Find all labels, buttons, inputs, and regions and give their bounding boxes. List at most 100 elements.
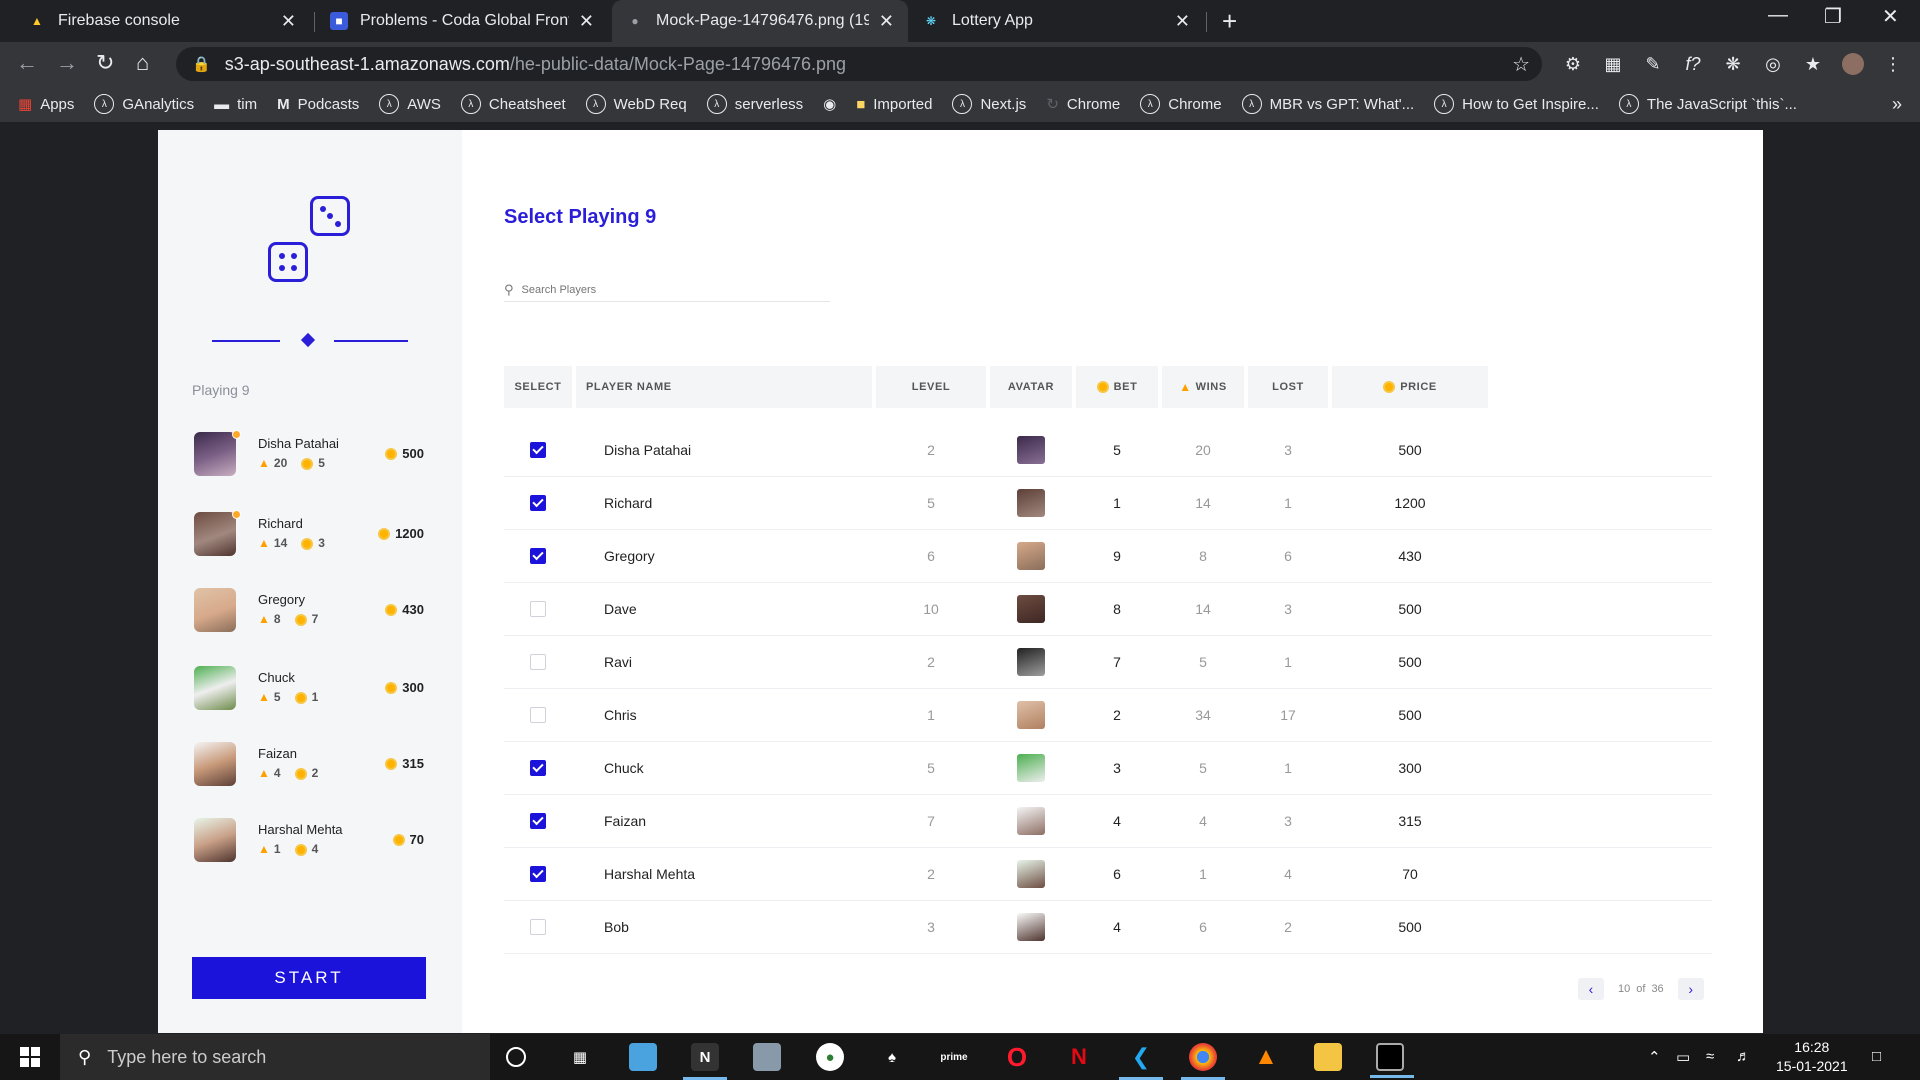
cortana-icon[interactable]: [506, 1047, 526, 1067]
reload-icon[interactable]: ↻: [96, 50, 114, 76]
search-field[interactable]: ⚲: [504, 278, 830, 302]
extension-gear-icon[interactable]: ⚙: [1562, 53, 1584, 75]
bookmark-item[interactable]: λ WebD Req: [585, 94, 687, 114]
wifi-icon[interactable]: ≈: [1706, 1048, 1714, 1065]
bookmarks-overflow-icon[interactable]: »: [1892, 94, 1902, 115]
bookmark-item[interactable]: λ Next.js: [952, 94, 1026, 114]
close-window-icon[interactable]: ✕: [1882, 4, 1899, 29]
table-row[interactable]: Faizan 7 4 4 3 315: [504, 795, 1712, 848]
bookmark-item[interactable]: λ Cheatsheet: [460, 94, 566, 114]
table-row[interactable]: Gregory 6 9 8 6 430: [504, 530, 1712, 583]
select-checkbox[interactable]: [530, 654, 546, 670]
bookmark-item[interactable]: ↻ Chrome: [1046, 95, 1120, 114]
column-header-price[interactable]: PRICE: [1332, 366, 1488, 408]
extension-pen-icon[interactable]: ✎: [1642, 53, 1664, 75]
profile-avatar[interactable]: [1842, 53, 1864, 75]
start-button[interactable]: START: [192, 957, 426, 999]
menu-kebab-icon[interactable]: ⋮: [1882, 53, 1904, 75]
terminal-icon[interactable]: [1370, 1043, 1414, 1078]
volume-icon[interactable]: ♬: [1736, 1048, 1751, 1065]
select-checkbox[interactable]: [530, 813, 546, 829]
bookmark-item[interactable]: λ GAnalytics: [94, 94, 194, 114]
task-view-icon[interactable]: ▦: [566, 1043, 594, 1071]
control-panel-icon[interactable]: [629, 1043, 657, 1071]
notion-icon[interactable]: N: [683, 1043, 727, 1080]
column-header-name[interactable]: PLAYER NAME: [576, 366, 872, 408]
bookmark-item[interactable]: λ AWS: [379, 94, 441, 114]
select-checkbox[interactable]: [530, 866, 546, 882]
netflix-icon[interactable]: N: [1065, 1043, 1093, 1071]
prime-video-icon[interactable]: prime: [940, 1043, 968, 1071]
opera-icon[interactable]: O: [1003, 1042, 1031, 1072]
column-header-wins[interactable]: ▲ WINS: [1162, 366, 1244, 408]
home-icon[interactable]: ⌂: [136, 50, 149, 76]
extensions-puzzle-icon[interactable]: ★: [1802, 53, 1824, 75]
browser-tab-active[interactable]: ● Mock-Page-14796476.png (1920 ✕: [612, 0, 908, 42]
extension-calendar-icon[interactable]: ▦: [1602, 53, 1624, 75]
new-tab-icon[interactable]: +: [1222, 6, 1237, 37]
vlc-icon[interactable]: ▲: [1252, 1043, 1280, 1071]
clock[interactable]: 16:28 15-01-2021: [1776, 1038, 1848, 1076]
mongodb-icon[interactable]: ●: [816, 1043, 844, 1071]
app-icon[interactable]: [753, 1043, 781, 1071]
table-row[interactable]: Bob 3 4 6 2 500: [504, 901, 1712, 954]
table-row[interactable]: Chris 1 2 34 17 500: [504, 689, 1712, 742]
bookmark-item[interactable]: ◉: [823, 95, 836, 113]
column-header-lost[interactable]: LOST: [1248, 366, 1328, 408]
bookmark-item[interactable]: λ MBR vs GPT: What'...: [1241, 94, 1414, 114]
select-checkbox[interactable]: [530, 601, 546, 617]
fox-icon[interactable]: ♠: [878, 1043, 906, 1071]
windows-start-icon[interactable]: [20, 1047, 40, 1067]
bookmark-item[interactable]: M Podcasts: [277, 96, 359, 113]
browser-tab[interactable]: ❋ Lottery App ✕: [908, 0, 1204, 42]
column-header-select[interactable]: SELECT: [504, 366, 572, 408]
close-tab-icon[interactable]: ✕: [879, 11, 894, 32]
vscode-icon[interactable]: ❮: [1119, 1043, 1163, 1080]
browser-tab[interactable]: ■ Problems - Coda Global Frontenc ✕: [316, 0, 608, 42]
search-input[interactable]: [521, 283, 802, 296]
bookmark-item[interactable]: λ serverless: [706, 94, 803, 114]
bookmark-item[interactable]: λ How to Get Inspire...: [1434, 94, 1599, 114]
table-row[interactable]: Harshal Mehta 2 6 1 4 70: [504, 848, 1712, 901]
minimize-icon[interactable]: —: [1768, 4, 1788, 27]
table-row[interactable]: Disha Patahai 2 5 20 3 500: [504, 424, 1712, 477]
bookmark-item[interactable]: λ The JavaScript `this`...: [1618, 94, 1797, 114]
column-header-bet[interactable]: BET: [1076, 366, 1158, 408]
bookmark-folder[interactable]: ■ Imported: [856, 96, 932, 113]
select-checkbox[interactable]: [530, 442, 546, 458]
restore-icon[interactable]: ❐: [1824, 4, 1842, 29]
close-tab-icon[interactable]: ✕: [579, 11, 594, 32]
taskbar-search[interactable]: ⚲ Type here to search: [60, 1034, 490, 1080]
table-row[interactable]: Chuck 5 3 5 1 300: [504, 742, 1712, 795]
select-checkbox[interactable]: [530, 707, 546, 723]
chrome-icon[interactable]: [1181, 1043, 1225, 1080]
bookmark-item[interactable]: ▬ tim: [214, 96, 257, 113]
file-explorer-icon[interactable]: [1314, 1043, 1342, 1071]
extension-target-icon[interactable]: ◎: [1762, 53, 1784, 75]
extension-function-icon[interactable]: f?: [1682, 53, 1704, 75]
close-tab-icon[interactable]: ✕: [281, 11, 296, 32]
address-bar[interactable]: 🔒 s3-ap-southeast-1.amazonaws.com/he-pub…: [176, 47, 1542, 81]
table-row[interactable]: Richard 5 1 14 1 1200: [504, 477, 1712, 530]
select-checkbox[interactable]: [530, 548, 546, 564]
prev-page-icon[interactable]: ‹: [1578, 978, 1604, 1000]
tray-chevron-icon[interactable]: ⌃: [1648, 1048, 1661, 1066]
select-checkbox[interactable]: [530, 919, 546, 935]
back-icon[interactable]: ←: [16, 50, 38, 76]
bookmark-item[interactable]: λ Chrome: [1140, 94, 1222, 114]
column-header-level[interactable]: LEVEL: [876, 366, 986, 408]
forward-icon[interactable]: →: [56, 50, 78, 76]
notifications-icon[interactable]: □: [1872, 1048, 1881, 1065]
table-row[interactable]: Ravi 2 7 5 1 500: [504, 636, 1712, 689]
select-checkbox[interactable]: [530, 760, 546, 776]
bookmark-apps[interactable]: ▦ Apps: [18, 95, 74, 114]
next-page-icon[interactable]: ›: [1677, 978, 1704, 1000]
bookmark-star-icon[interactable]: ☆: [1512, 52, 1530, 77]
table-row[interactable]: Dave 10 8 14 3 500: [504, 583, 1712, 636]
browser-tab[interactable]: ▲ Firebase console ✕: [14, 0, 310, 42]
extension-react-icon[interactable]: ❋: [1722, 53, 1744, 75]
battery-icon[interactable]: ▭: [1676, 1048, 1690, 1066]
select-checkbox[interactable]: [530, 495, 546, 511]
close-tab-icon[interactable]: ✕: [1175, 11, 1190, 32]
column-header-avatar[interactable]: AVATAR: [990, 366, 1072, 408]
